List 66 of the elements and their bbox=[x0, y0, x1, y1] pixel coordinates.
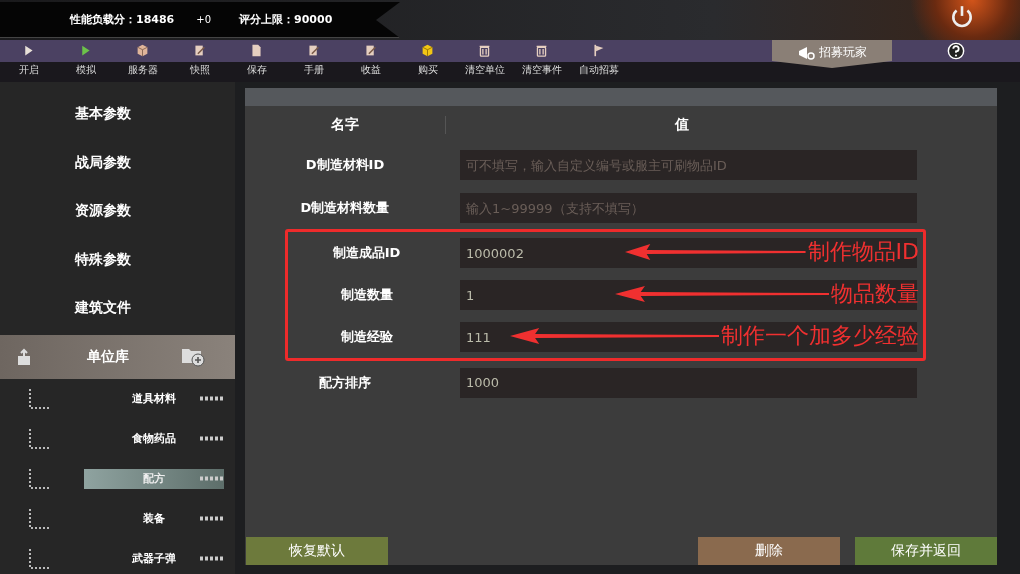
toolbar-button[interactable]: 购买 bbox=[399, 40, 456, 77]
sidebar-item[interactable]: 建筑文件 bbox=[0, 284, 235, 333]
sidebar-item[interactable]: 基本参数 bbox=[0, 90, 235, 139]
column-header: 值 bbox=[445, 116, 917, 134]
drag-handle-icon[interactable] bbox=[200, 396, 224, 401]
sidebar-item[interactable]: 战局参数 bbox=[0, 138, 235, 187]
drag-handle-icon[interactable] bbox=[200, 516, 224, 521]
megaphone-icon bbox=[797, 44, 815, 61]
field-label: 制造经验 bbox=[339, 328, 394, 347]
toolbar-button[interactable]: 清空单位 bbox=[456, 40, 513, 77]
cube-icon bbox=[421, 44, 434, 57]
tree-connector bbox=[28, 427, 52, 450]
sidebar-item[interactable]: 资源参数 bbox=[0, 187, 235, 236]
drag-handle-icon[interactable] bbox=[200, 476, 224, 481]
help-icon[interactable] bbox=[947, 42, 965, 60]
unit-library-label: 单位库 bbox=[86, 347, 129, 366]
toolbar-button[interactable]: 手册 bbox=[285, 40, 342, 77]
tree-connector bbox=[28, 547, 52, 570]
field-label: 配方排序 bbox=[318, 373, 372, 392]
edit-icon bbox=[364, 44, 377, 57]
tree-connector bbox=[28, 387, 52, 410]
power-icon[interactable] bbox=[949, 4, 975, 30]
flag-icon bbox=[592, 44, 605, 57]
reset-button[interactable]: 恢复默认 bbox=[246, 536, 388, 565]
trash-icon bbox=[478, 44, 491, 57]
drag-handle-icon[interactable] bbox=[200, 436, 224, 441]
toolbar-button[interactable]: 自动招募 bbox=[570, 40, 627, 77]
edit-icon bbox=[193, 44, 206, 57]
field-label: D制造材料ID bbox=[304, 156, 386, 175]
field-label: 制造成品ID bbox=[331, 244, 402, 263]
column-header: 名字 bbox=[330, 116, 360, 134]
library-item[interactable]: 食物药品 bbox=[84, 428, 224, 449]
toolbar-button[interactable]: 清空事件 bbox=[513, 40, 570, 77]
recruit-tab[interactable]: 招募玩家 bbox=[772, 40, 892, 68]
edit-icon bbox=[307, 44, 320, 57]
toolbar-button[interactable]: 快照 bbox=[171, 40, 228, 77]
library-item[interactable]: 装备 bbox=[84, 508, 224, 529]
document-icon bbox=[250, 44, 263, 57]
field-label: 制造数量 bbox=[339, 286, 394, 305]
annotation-text: 制作物品ID bbox=[807, 238, 919, 267]
save-button[interactable]: 保存并返回 bbox=[855, 536, 997, 565]
annotation-text: 制作一个加多少经验 bbox=[721, 322, 919, 351]
folder-add-icon[interactable] bbox=[181, 346, 205, 367]
toolbar-button[interactable]: 保存 bbox=[228, 40, 285, 77]
drag-handle-icon[interactable] bbox=[200, 556, 224, 561]
cube-icon bbox=[136, 44, 149, 57]
tree-connector bbox=[28, 507, 52, 530]
score-limit: 评分上限：90000 bbox=[239, 12, 333, 27]
play-icon bbox=[22, 44, 35, 57]
toolbar-button[interactable]: 开启 bbox=[0, 40, 57, 77]
library-item[interactable]: 道具材料 bbox=[84, 388, 224, 409]
unit-library-header[interactable]: 单位库 bbox=[0, 334, 235, 379]
trash-icon bbox=[535, 44, 548, 57]
delete-button[interactable]: 删除 bbox=[698, 536, 840, 565]
play-icon bbox=[79, 44, 92, 57]
sidebar-item[interactable]: 特殊参数 bbox=[0, 235, 235, 284]
toolbar-button[interactable]: 服务器 bbox=[114, 40, 171, 77]
toolbar-button[interactable]: 模拟 bbox=[57, 40, 114, 77]
tree-connector bbox=[28, 467, 52, 490]
field-label: D制造材料数量 bbox=[299, 199, 391, 218]
annotation-text: 物品数量 bbox=[831, 280, 919, 309]
toolbar-button[interactable]: 收益 bbox=[342, 40, 399, 77]
input-field[interactable]: 1000 bbox=[460, 367, 917, 398]
library-item[interactable]: 武器子弹 bbox=[84, 548, 224, 569]
score-delta: +0 bbox=[196, 14, 212, 25]
load-score: 性能负载分：18486 bbox=[70, 12, 175, 27]
